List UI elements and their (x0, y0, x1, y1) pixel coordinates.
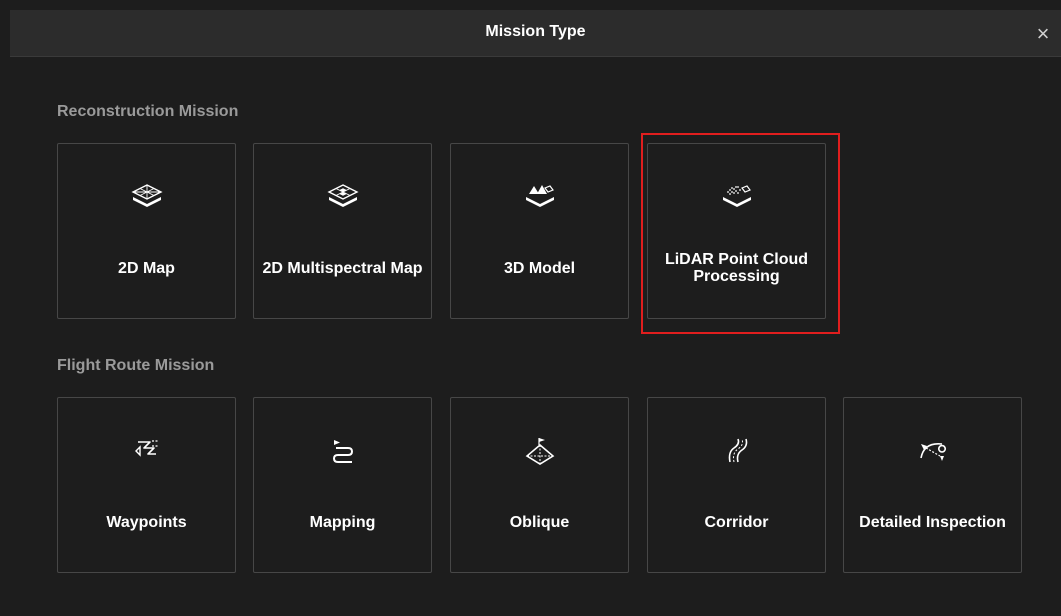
mission-card-label: 2D Map (118, 259, 175, 277)
2d-map-icon (58, 182, 235, 212)
mission-card-label: LiDAR Point Cloud Processing (664, 251, 809, 285)
mission-card-lidar-point-cloud[interactable]: LiDAR Point Cloud Processing (647, 143, 826, 319)
mission-type-dialog: Mission Type × Reconstruction Mission 2D… (0, 0, 1061, 616)
mission-card-label: Waypoints (106, 513, 187, 531)
mission-card-label: Oblique (509, 513, 570, 531)
oblique-icon (451, 436, 628, 466)
dialog-title: Mission Type (485, 23, 586, 40)
mission-card-label: Detailed Inspection (859, 513, 1006, 531)
mission-card-2d-map[interactable]: 2D Map (57, 143, 236, 319)
mission-card-oblique[interactable]: Oblique (450, 397, 629, 573)
corridor-icon (648, 436, 825, 466)
mission-card-label: 3D Model (503, 259, 576, 277)
3d-model-icon (451, 182, 628, 212)
mission-card-label: Mapping (309, 513, 376, 531)
mission-card-corridor[interactable]: Corridor (647, 397, 826, 573)
close-icon[interactable]: × (1033, 23, 1053, 45)
section-label-reconstruction: Reconstruction Mission (57, 103, 239, 120)
dialog-titlebar: Mission Type × (10, 10, 1061, 57)
lidar-point-cloud-icon (648, 182, 825, 212)
mission-card-3d-model[interactable]: 3D Model (450, 143, 629, 319)
mission-card-label: Corridor (704, 513, 769, 531)
mission-card-detailed-inspection[interactable]: Detailed Inspection (843, 397, 1022, 573)
waypoints-icon (58, 436, 235, 466)
multispectral-map-icon (254, 182, 431, 212)
mapping-route-icon (254, 436, 431, 466)
mission-card-label: 2D Multispectral Map (262, 259, 423, 277)
detailed-inspection-icon (844, 436, 1021, 466)
mission-card-2d-multispectral-map[interactable]: 2D Multispectral Map (253, 143, 432, 319)
mission-card-waypoints[interactable]: Waypoints (57, 397, 236, 573)
mission-card-mapping[interactable]: Mapping (253, 397, 432, 573)
section-label-flight-route: Flight Route Mission (57, 357, 215, 374)
